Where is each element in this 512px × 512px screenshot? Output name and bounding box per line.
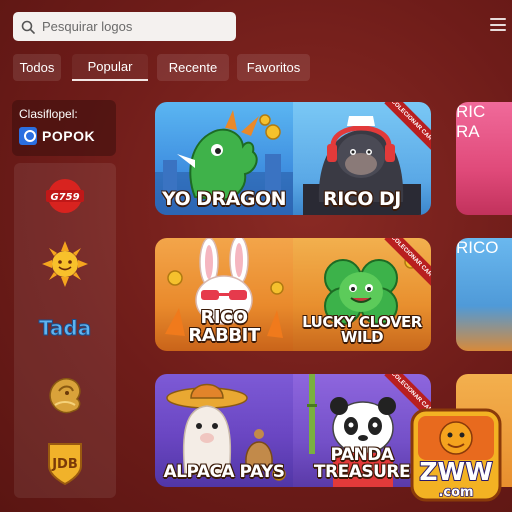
alpaca-pays-title: ALPACA PAYS xyxy=(163,462,285,482)
zww-watermark-logo: ZWW .com xyxy=(410,408,502,502)
tab-label: Todos xyxy=(19,60,55,75)
tada-logo-icon: Tada xyxy=(38,316,91,341)
rico-rabbit-tile[interactable]: RICO RABBIT xyxy=(155,238,293,351)
provider-tada[interactable]: Tada xyxy=(14,301,116,355)
provider-sidebar: G759 Tada JDB xyxy=(14,163,116,498)
jdb-logo-icon: JDB xyxy=(48,443,82,486)
tab-recente[interactable]: Recente xyxy=(157,54,229,81)
yo-dragon-title: YO DRAGON xyxy=(161,188,287,210)
svg-text:ZWW: ZWW xyxy=(419,457,492,486)
yo-dragon-tile[interactable]: YO DRAGON xyxy=(155,102,293,215)
tab-label: Recente xyxy=(168,60,218,75)
peek-card-row-2[interactable]: RICO xyxy=(456,238,512,351)
rico-rabbit-title: RICO RABBIT xyxy=(188,307,260,346)
provider-g759[interactable]: G759 xyxy=(14,169,116,223)
alpaca-pays-tile[interactable]: ALPACA PAYS xyxy=(155,374,293,487)
popok-name: POPOK xyxy=(42,128,96,144)
rico-dj-title: RICO DJ xyxy=(323,188,401,210)
lucky-clover-title: LUCKY CLOVER WILD xyxy=(302,313,422,346)
peek-card-row-1[interactable]: RIC RA xyxy=(456,102,512,215)
tab-label: Popular xyxy=(87,59,133,74)
provider-jdb[interactable]: JDB xyxy=(14,435,116,489)
tab-popular[interactable]: Popular xyxy=(72,54,148,81)
search-input[interactable] xyxy=(42,19,222,34)
dragon-icon xyxy=(49,378,81,414)
tab-favoritos[interactable]: Favoritos xyxy=(237,54,310,81)
peek-title-2: RICO xyxy=(456,238,499,257)
peek-title-1: RIC RA xyxy=(456,102,486,141)
game-card-row-1[interactable]: YO DRAGON RICO DJ COLECIONAR CARTA xyxy=(155,102,431,215)
provider-label: Clasiflopel: xyxy=(19,107,78,121)
popok-icon xyxy=(19,127,37,145)
provider-sun[interactable] xyxy=(14,237,116,291)
game-card-row-3[interactable]: ALPACA PAYS PANDA TREASURE COLECIONAR CA… xyxy=(155,374,431,487)
g759-text: G759 xyxy=(50,192,79,203)
sun-icon xyxy=(42,241,88,287)
menu-icon[interactable] xyxy=(490,18,506,32)
svg-text:.com: .com xyxy=(438,485,473,500)
tada-text: Tada xyxy=(39,316,91,340)
provider-dragon[interactable] xyxy=(14,367,116,421)
search-icon xyxy=(21,20,35,34)
g759-logo-icon: G759 xyxy=(46,179,84,213)
search-bar[interactable] xyxy=(13,12,236,41)
game-card-row-2[interactable]: RICO RABBIT LUCKY CLOVER WILD COLECIONAR… xyxy=(155,238,431,351)
provider-filter-card[interactable]: Clasiflopel: POPOK xyxy=(12,100,116,156)
tab-label: Favoritos xyxy=(246,60,301,75)
jdb-text: JDB xyxy=(51,457,78,472)
popok-logo: POPOK xyxy=(19,127,109,145)
tab-todos[interactable]: Todos xyxy=(13,54,61,81)
